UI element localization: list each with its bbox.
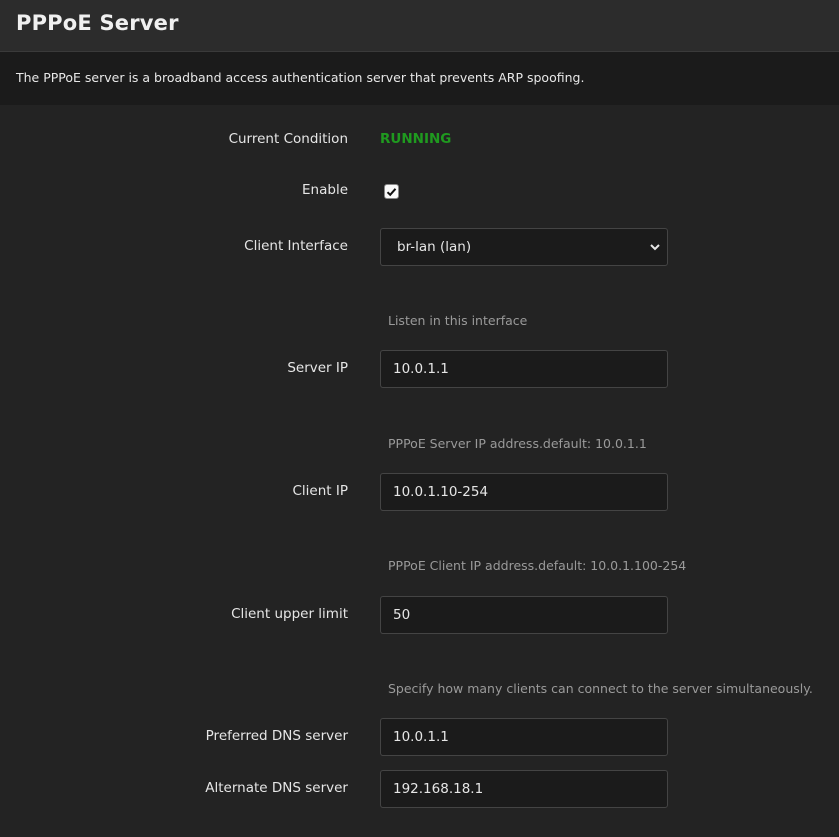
client-interface-label: Client Interface xyxy=(244,238,348,254)
preferred-dns-input[interactable] xyxy=(380,718,668,756)
client-upper-limit-input[interactable] xyxy=(380,596,668,634)
client-interface-value: br-lan (lan) xyxy=(397,239,472,255)
description-bar: The PPPoE server is a broadband access a… xyxy=(0,52,839,105)
server-ip-help: PPPoE Server IP address.default: 10.0.1.… xyxy=(388,436,647,451)
alternate-dns-input[interactable] xyxy=(380,770,668,808)
client-ip-input[interactable] xyxy=(380,473,668,511)
chevron-down-icon xyxy=(650,244,660,251)
client-interface-select[interactable]: br-lan (lan) xyxy=(380,228,668,266)
settings-form: Current Condition RUNNING Enable Client … xyxy=(0,105,839,837)
page-title: PPPoE Server xyxy=(16,11,179,35)
preferred-dns-label: Preferred DNS server xyxy=(205,728,348,744)
server-ip-label: Server IP xyxy=(287,360,348,376)
client-ip-help: PPPoE Client IP address.default: 10.0.1.… xyxy=(388,558,687,573)
page-description: The PPPoE server is a broadband access a… xyxy=(16,70,585,85)
enable-label: Enable xyxy=(302,182,348,198)
page-header: PPPoE Server xyxy=(0,0,839,52)
checkmark-icon xyxy=(386,187,397,196)
server-ip-input[interactable] xyxy=(380,350,668,388)
client-ip-label: Client IP xyxy=(292,483,349,499)
client-upper-limit-help: Specify how many clients can connect to … xyxy=(388,681,813,696)
client-upper-limit-label: Client upper limit xyxy=(231,606,348,622)
enable-checkbox[interactable] xyxy=(384,184,399,199)
client-interface-help: Listen in this interface xyxy=(388,313,528,328)
current-condition-label: Current Condition xyxy=(228,131,348,147)
status-value: RUNNING xyxy=(380,131,452,147)
alternate-dns-label: Alternate DNS server xyxy=(205,780,348,796)
